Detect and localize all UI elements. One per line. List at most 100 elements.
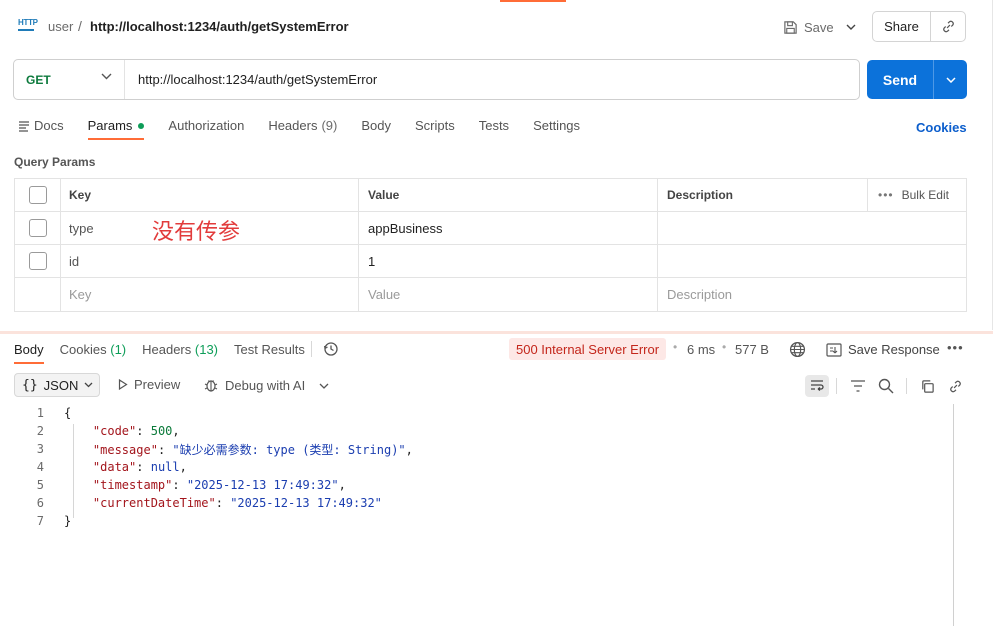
- copy-icon: [921, 379, 934, 393]
- debug-with-ai-button[interactable]: Debug with AI: [203, 377, 305, 393]
- share-group: Share: [872, 11, 966, 42]
- tab-response-cookies[interactable]: Cookies (1): [60, 336, 126, 364]
- tab-headers[interactable]: Headers (9): [268, 110, 337, 140]
- breadcrumb-collection[interactable]: user: [48, 19, 73, 34]
- table-row-new: Key Value Description: [15, 278, 966, 311]
- search-icon: [878, 378, 894, 394]
- tab-label: Tests: [478, 118, 510, 133]
- tab-scripts[interactable]: Scripts: [415, 110, 455, 140]
- request-name[interactable]: http://localhost:1234/auth/getSystemErro…: [90, 19, 349, 34]
- chevron-down-icon: [319, 383, 329, 389]
- code-line: 3 "message": "缺少必需参数: type (类型: String)"…: [0, 440, 950, 458]
- copy-button[interactable]: [915, 375, 939, 397]
- new-key-input[interactable]: Key: [61, 278, 359, 311]
- globe-icon[interactable]: [789, 341, 806, 361]
- response-body-viewer[interactable]: 1 { 2 "code": 500, 3 "message": "缺少必需参数:…: [0, 404, 950, 530]
- scrollbar[interactable]: [953, 404, 954, 626]
- format-select[interactable]: {} JSON: [14, 373, 100, 397]
- param-key[interactable]: id: [61, 245, 359, 277]
- tab-label: Body: [361, 118, 391, 133]
- more-dots-icon: •••: [878, 188, 894, 202]
- status-badge[interactable]: 500 Internal Server Error: [509, 338, 667, 360]
- send-options-button[interactable]: [934, 60, 967, 99]
- more-options-icon[interactable]: •••: [947, 340, 964, 355]
- tab-params[interactable]: Params: [87, 110, 145, 140]
- row-check-cell: [15, 245, 61, 277]
- code-text: }: [64, 514, 72, 528]
- save-options-button[interactable]: [838, 12, 864, 42]
- method-label: GET: [26, 72, 51, 87]
- cookies-link[interactable]: Cookies: [916, 120, 967, 135]
- chevron-down-icon: [945, 76, 956, 83]
- debug-label: Debug with AI: [225, 377, 306, 393]
- copy-link-button[interactable]: [943, 375, 967, 397]
- link-icon: [942, 20, 954, 33]
- tab-settings[interactable]: Settings: [533, 110, 580, 140]
- share-button[interactable]: Share: [873, 12, 931, 41]
- param-description[interactable]: [658, 212, 966, 244]
- json-value: 500: [150, 424, 173, 438]
- method-select[interactable]: GET: [14, 60, 125, 99]
- debug-options-button[interactable]: [319, 377, 329, 392]
- table-row: id 1: [15, 245, 966, 278]
- params-active-dot: [138, 123, 145, 129]
- request-header: HTTP user / http://localhost:1234/auth/g…: [0, 0, 993, 54]
- tab-docs[interactable]: Docs: [18, 110, 64, 140]
- row-checkbox[interactable]: [28, 252, 47, 270]
- json-key: "message": [92, 442, 158, 457]
- response-size[interactable]: 577 B: [735, 342, 769, 357]
- tab-label: Scripts: [414, 118, 455, 133]
- tab-response-body[interactable]: Body: [14, 336, 44, 364]
- column-header-value: Value: [359, 179, 658, 211]
- line-number: 5: [36, 478, 44, 492]
- new-value-input[interactable]: Value: [359, 278, 658, 311]
- line-number: 2: [36, 424, 44, 438]
- new-description-input[interactable]: Description: [658, 278, 966, 311]
- preview-label: Preview: [134, 377, 181, 392]
- response-time[interactable]: 6 ms: [687, 342, 715, 357]
- tab-test-results[interactable]: Test Results: [234, 336, 305, 364]
- bulk-edit-button[interactable]: ••• Bulk Edit: [868, 179, 966, 211]
- wrap-lines-button[interactable]: [805, 375, 829, 397]
- copy-link-button[interactable]: [931, 12, 965, 41]
- history-icon[interactable]: [323, 341, 339, 360]
- filter-button[interactable]: [846, 375, 870, 397]
- row-check-cell: [15, 278, 61, 311]
- tab-response-headers[interactable]: Headers (13): [142, 336, 218, 364]
- tab-count: (9): [321, 118, 338, 133]
- code-line: 5 "timestamp": "2025-12-13 17:49:32",: [0, 476, 950, 494]
- tab-label: Authorization: [168, 118, 245, 133]
- json-comma: ,: [179, 460, 187, 474]
- code-text: {: [64, 406, 72, 420]
- code-text: "message": "缺少必需参数: type (类型: String)",: [92, 442, 413, 457]
- param-description[interactable]: [658, 245, 966, 277]
- code-text: "currentDateTime": "2025-12-13 17:49:32": [92, 496, 382, 510]
- code-text: "timestamp": "2025-12-13 17:49:32",: [92, 478, 346, 492]
- tab-label: Params: [87, 118, 133, 133]
- code-line: 4 "data": null,: [0, 458, 950, 476]
- search-button[interactable]: [874, 375, 898, 397]
- code-line: 1 {: [0, 404, 950, 422]
- url-input[interactable]: http://localhost:1234/auth/getSystemErro…: [125, 72, 377, 87]
- pane-divider[interactable]: [0, 331, 993, 334]
- play-icon: [118, 379, 128, 390]
- preview-button[interactable]: Preview: [118, 377, 180, 392]
- send-button[interactable]: Send: [867, 60, 934, 99]
- tab-label: Headers: [268, 118, 318, 133]
- row-checkbox[interactable]: [28, 219, 47, 237]
- json-key: "currentDateTime": [92, 496, 216, 510]
- save-button[interactable]: Save: [778, 12, 838, 42]
- save-response-label: Save Response: [848, 342, 940, 357]
- toolbar-divider: [906, 378, 907, 394]
- save-response-button[interactable]: Save Response: [826, 342, 940, 357]
- param-value[interactable]: appBusiness: [359, 212, 658, 244]
- param-value[interactable]: 1: [359, 245, 658, 277]
- select-all-checkbox[interactable]: [28, 186, 47, 204]
- tab-authorization[interactable]: Authorization: [168, 110, 244, 140]
- tab-body[interactable]: Body: [361, 110, 391, 140]
- tab-tests[interactable]: Tests: [479, 110, 509, 140]
- response-tabs: Body Cookies (1) Headers (13) Test Resul…: [14, 336, 321, 364]
- line-number: 7: [36, 514, 44, 528]
- chevron-down-icon: [846, 24, 856, 30]
- http-request-icon: HTTP: [18, 19, 38, 31]
